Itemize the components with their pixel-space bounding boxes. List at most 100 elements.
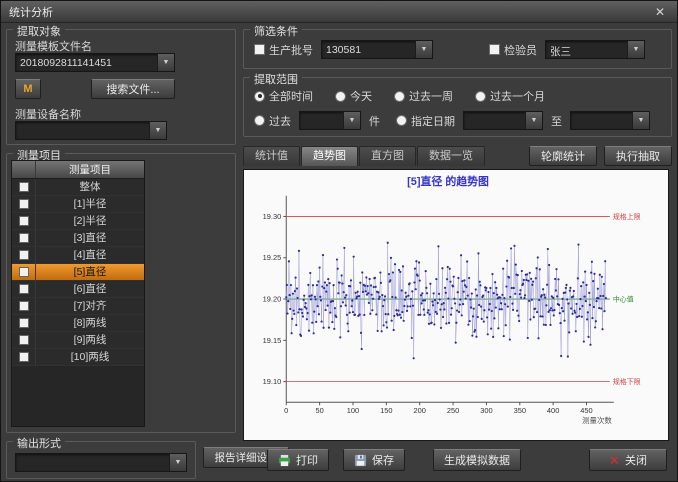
svg-text:200: 200 (413, 406, 425, 415)
batch-checkbox-option[interactable]: 生产批号 (254, 42, 313, 58)
list-item[interactable]: [4]直径 (12, 247, 144, 264)
tab-list: 统计值趋势图直方图数据一览 (243, 146, 486, 166)
inspector-dropdown[interactable]: 张三 ▼ (545, 40, 645, 59)
execute-extract-button[interactable]: 执行抽取 (604, 146, 672, 166)
template-browse-button[interactable]: M (15, 79, 41, 99)
generate-simulated-data-button[interactable]: 生成模拟数据 (433, 449, 521, 471)
row-checkbox[interactable] (19, 352, 29, 362)
list-item[interactable]: [1]半径 (12, 196, 144, 213)
radio-option-past[interactable]: 过去 (254, 113, 291, 129)
row-checkbox[interactable] (19, 199, 29, 209)
row-checkbox[interactable] (19, 335, 29, 345)
chevron-down-icon[interactable]: ▼ (343, 112, 360, 129)
row-checkbox[interactable] (19, 233, 29, 243)
device-name-dropdown[interactable]: ▼ (15, 121, 167, 140)
checkbox-cell (12, 281, 36, 297)
generate-simulated-data-label: 生成模拟数据 (444, 452, 510, 468)
radio-option-today[interactable]: 今天 (335, 88, 372, 104)
item-label: [1]半径 (36, 196, 144, 212)
svg-text:50: 50 (315, 406, 323, 415)
svg-text:19.10: 19.10 (263, 377, 282, 386)
radio-icon[interactable] (254, 91, 265, 102)
unit-label: 件 (369, 113, 380, 129)
chevron-down-icon[interactable]: ▼ (627, 41, 644, 58)
date-from-dropdown[interactable]: ▼ (463, 111, 543, 130)
row-checkbox[interactable] (19, 182, 29, 192)
item-label: [4]直径 (36, 247, 144, 263)
device-name-label: 测量设备名称 (15, 106, 81, 122)
chevron-down-icon[interactable]: ▼ (149, 122, 166, 139)
chevron-down-icon[interactable]: ▼ (632, 112, 649, 129)
checkbox-cell (12, 332, 36, 348)
row-checkbox[interactable] (19, 318, 29, 328)
measure-items-list: 整体[1]半径[2]半径[3]直径[4]直径[5]直径[6]直径[7]对齐[8]… (12, 179, 144, 366)
list-item[interactable]: [2]半径 (12, 213, 144, 230)
inspector-checkbox[interactable] (489, 44, 500, 55)
past-count-value (300, 112, 343, 129)
tab-trend-chart[interactable]: 趋势图 (301, 146, 358, 166)
list-item[interactable]: [5]直径 (12, 264, 144, 281)
radio-icon[interactable] (394, 91, 405, 102)
output-format-dropdown[interactable]: ▼ (15, 453, 187, 472)
radio-label: 过去一周 (409, 88, 453, 104)
inspector-checkbox-option[interactable]: 检验员 (489, 42, 537, 58)
print-button[interactable]: 打印 (267, 449, 329, 471)
item-label: [8]两线 (36, 315, 144, 331)
list-item[interactable]: [9]两线 (12, 332, 144, 349)
contour-statistics-button[interactable]: 轮廓统计 (529, 146, 597, 166)
date-to-dropdown[interactable]: ▼ (570, 111, 650, 130)
range-group-title: 提取范围 (250, 71, 302, 87)
time-options-row: 全部时间 今天 过去一周 过去一个月 (254, 88, 545, 104)
list-item[interactable]: [10]两线 (12, 349, 144, 366)
tab-statistics[interactable]: 统计值 (243, 146, 300, 166)
radio-icon[interactable] (396, 115, 407, 126)
title-bar: 统计分析 ✕ (1, 1, 677, 23)
measure-items-header: 测量项目 (12, 161, 144, 179)
list-item[interactable]: [7]对齐 (12, 298, 144, 315)
radio-option-date-range[interactable]: 指定日期 (396, 113, 455, 129)
close-button[interactable]: ✕ 关闭 (589, 449, 667, 471)
row-checkbox[interactable] (19, 267, 29, 277)
radio-icon[interactable] (335, 91, 346, 102)
row-checkbox[interactable] (19, 284, 29, 294)
save-button[interactable]: 保存 (343, 449, 405, 471)
list-item[interactable]: 整体 (12, 179, 144, 196)
radio-option-all-time[interactable]: 全部时间 (254, 88, 313, 104)
list-item[interactable]: [6]直径 (12, 281, 144, 298)
filter-group-title: 筛选条件 (250, 23, 302, 39)
radio-label: 全部时间 (269, 88, 313, 104)
chevron-down-icon[interactable]: ▼ (169, 454, 186, 471)
checkbox-cell (12, 247, 36, 263)
row-checkbox[interactable] (19, 216, 29, 226)
window-content: 提取对象 测量模板文件名 2018092811141451 ▼ M 搜索文件..… (1, 23, 677, 481)
radio-option-past-month[interactable]: 过去一个月 (475, 88, 545, 104)
row-checkbox[interactable] (19, 301, 29, 311)
search-file-button[interactable]: 搜索文件... (91, 79, 175, 99)
trend-chart-panel: [5]直径 的趋势图19.1019.1519.2019.2519.3005010… (243, 169, 669, 441)
inspector-label: 检验员 (504, 42, 537, 58)
date-to-value (571, 112, 632, 129)
item-label: [10]两线 (36, 349, 144, 365)
chevron-down-icon[interactable]: ▼ (415, 41, 432, 58)
inspector-value: 张三 (546, 41, 627, 58)
radio-option-past-week[interactable]: 过去一周 (394, 88, 453, 104)
list-item[interactable]: [3]直径 (12, 230, 144, 247)
checkbox-column-header (12, 161, 36, 178)
batch-dropdown[interactable]: 130581 ▼ (321, 40, 433, 59)
tab-data-list[interactable]: 数据一览 (417, 146, 485, 166)
tab-histogram[interactable]: 直方图 (359, 146, 416, 166)
radio-icon[interactable] (254, 115, 265, 126)
batch-checkbox[interactable] (254, 44, 265, 55)
close-icon[interactable]: ✕ (651, 5, 669, 19)
template-file-dropdown[interactable]: 2018092811141451 ▼ (15, 53, 175, 72)
date-range-label: 指定日期 (411, 113, 455, 129)
checkbox-cell (12, 349, 36, 365)
row-checkbox[interactable] (19, 250, 29, 260)
checkbox-cell (12, 264, 36, 280)
chevron-down-icon[interactable]: ▼ (157, 54, 174, 71)
radio-icon[interactable] (475, 91, 486, 102)
past-count-input[interactable]: ▼ (299, 111, 361, 130)
tab-actions: 轮廓统计 执行抽取 (529, 146, 672, 166)
chevron-down-icon[interactable]: ▼ (525, 112, 542, 129)
list-item[interactable]: [8]两线 (12, 315, 144, 332)
